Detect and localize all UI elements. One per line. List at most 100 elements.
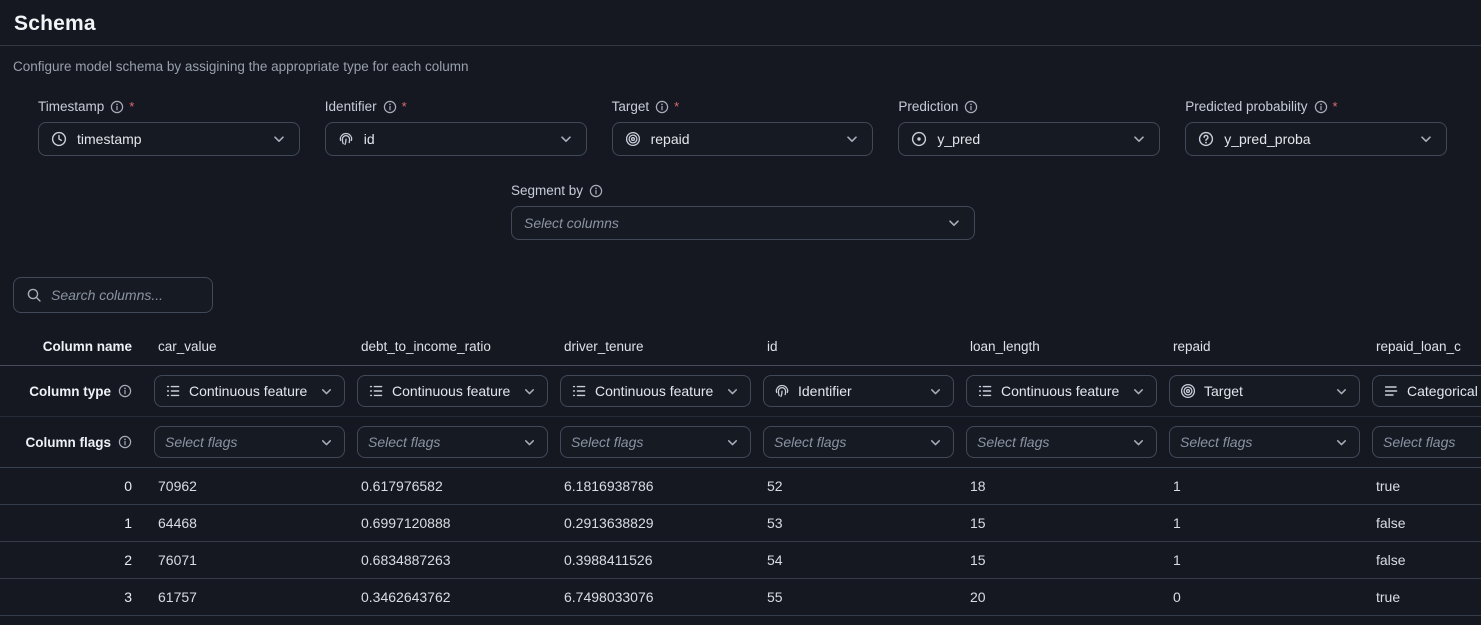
lines-icon — [1383, 383, 1399, 399]
table-cell: false — [1364, 552, 1481, 568]
table-cell: 0.3462643762 — [349, 589, 552, 605]
info-icon — [1314, 100, 1328, 114]
list-icon — [368, 383, 384, 399]
chevron-down-icon — [319, 384, 334, 399]
segment-by-placeholder: Select columns — [524, 215, 619, 231]
required-marker: * — [129, 99, 134, 114]
field-identifier: Identifier * id — [325, 99, 587, 156]
chevron-down-icon — [1334, 384, 1349, 399]
circle-dot-icon — [911, 131, 927, 147]
field-segment-by: Segment by Select columns — [511, 183, 975, 240]
column-type-value: Continuous feature — [392, 383, 510, 399]
predicted-probability-label: Predicted probability — [1185, 99, 1307, 114]
field-prediction: Prediction y_pred — [898, 99, 1160, 156]
table-cell: 0.617976582 — [349, 478, 552, 494]
chevron-down-icon — [319, 435, 334, 450]
flags-placeholder: Select flags — [1383, 434, 1455, 450]
target-label: Target — [612, 99, 650, 114]
chevron-down-icon — [844, 131, 860, 147]
column-header: driver_tenure — [552, 339, 755, 354]
timestamp-select[interactable]: timestamp — [38, 122, 300, 156]
prediction-value: y_pred — [937, 131, 980, 147]
column-header: repaid — [1161, 339, 1364, 354]
column-type-select[interactable]: Continuous feature — [966, 375, 1157, 407]
column-type-select[interactable]: Categorical feature — [1372, 375, 1481, 407]
field-target: Target * repaid — [612, 99, 874, 156]
flags-placeholder: Select flags — [571, 434, 643, 450]
title-divider — [0, 45, 1481, 46]
list-icon — [977, 383, 993, 399]
chevron-down-icon — [522, 384, 537, 399]
column-flags-select[interactable]: Select flags — [1372, 426, 1481, 458]
chevron-down-icon — [928, 435, 943, 450]
column-flags-select[interactable]: Select flags — [357, 426, 548, 458]
column-type-value: Target — [1204, 383, 1243, 399]
required-marker: * — [674, 99, 679, 114]
table-cell: 6.7498033076 — [552, 589, 755, 605]
list-icon — [165, 383, 181, 399]
column-type-select[interactable]: Identifier — [763, 375, 954, 407]
info-icon — [589, 184, 603, 198]
column-header: repaid_loan_c — [1364, 339, 1481, 354]
table-row: 0 70962 0.617976582 6.1816938786 52 18 1… — [0, 468, 1481, 505]
table-cell: 0.2913638829 — [552, 515, 755, 531]
prediction-select[interactable]: y_pred — [898, 122, 1160, 156]
table-cell: 76071 — [146, 552, 349, 568]
table-row: 1 64468 0.6997120888 0.2913638829 53 15 … — [0, 505, 1481, 542]
column-type-value: Continuous feature — [1001, 383, 1119, 399]
info-icon — [110, 100, 124, 114]
predicted-probability-value: y_pred_proba — [1224, 131, 1310, 147]
table-cell: 0.6997120888 — [349, 515, 552, 531]
table-cell: 15 — [958, 515, 1161, 531]
chevron-down-icon — [1418, 131, 1434, 147]
column-flags-select[interactable]: Select flags — [1169, 426, 1360, 458]
target-icon — [625, 131, 641, 147]
predicted-probability-select[interactable]: y_pred_proba — [1185, 122, 1447, 156]
timestamp-label: Timestamp — [38, 99, 104, 114]
row-index: 0 — [0, 478, 146, 494]
search-columns-input[interactable] — [51, 287, 200, 303]
flags-placeholder: Select flags — [977, 434, 1049, 450]
search-columns-box[interactable] — [13, 277, 213, 313]
column-type-select[interactable]: Continuous feature — [357, 375, 548, 407]
column-flags-select[interactable]: Select flags — [154, 426, 345, 458]
page-subtitle: Configure model schema by assigining the… — [13, 59, 1481, 74]
column-header: car_value — [146, 339, 349, 354]
prediction-label: Prediction — [898, 99, 958, 114]
help-circle-icon — [1198, 131, 1214, 147]
search-icon — [26, 287, 42, 303]
column-type-select[interactable]: Continuous feature — [560, 375, 751, 407]
identifier-select[interactable]: id — [325, 122, 587, 156]
table-cell: false — [1364, 515, 1481, 531]
fingerprint-icon — [338, 131, 354, 147]
column-header: debt_to_income_ratio — [349, 339, 552, 354]
info-icon — [118, 384, 132, 398]
column-header: loan_length — [958, 339, 1161, 354]
row-index: 1 — [0, 515, 146, 531]
column-flags-select[interactable]: Select flags — [966, 426, 1157, 458]
flags-placeholder: Select flags — [1180, 434, 1252, 450]
column-header: id — [755, 339, 958, 354]
column-flags-row: Column flags Select flags Select flags S… — [0, 417, 1481, 468]
target-select[interactable]: repaid — [612, 122, 874, 156]
column-flags-select[interactable]: Select flags — [560, 426, 751, 458]
segment-by-label: Segment by — [511, 183, 583, 198]
flags-placeholder: Select flags — [368, 434, 440, 450]
table-cell: 54 — [755, 552, 958, 568]
table-cell: 1 — [1161, 478, 1364, 494]
column-type-row: Column type Continuous feature Continuou… — [0, 366, 1481, 417]
required-marker: * — [1333, 99, 1338, 114]
required-marker: * — [402, 99, 407, 114]
segment-by-select[interactable]: Select columns — [511, 206, 975, 240]
column-type-select[interactable]: Continuous feature — [154, 375, 345, 407]
chevron-down-icon — [558, 131, 574, 147]
page-title: Schema — [0, 0, 1481, 45]
field-timestamp: Timestamp * timestamp — [38, 99, 300, 156]
table-cell: 1 — [1161, 552, 1364, 568]
column-flags-select[interactable]: Select flags — [763, 426, 954, 458]
chevron-down-icon — [1131, 131, 1147, 147]
column-type-select[interactable]: Target — [1169, 375, 1360, 407]
chevron-down-icon — [522, 435, 537, 450]
flags-placeholder: Select flags — [774, 434, 846, 450]
table-cell: 6.1816938786 — [552, 478, 755, 494]
